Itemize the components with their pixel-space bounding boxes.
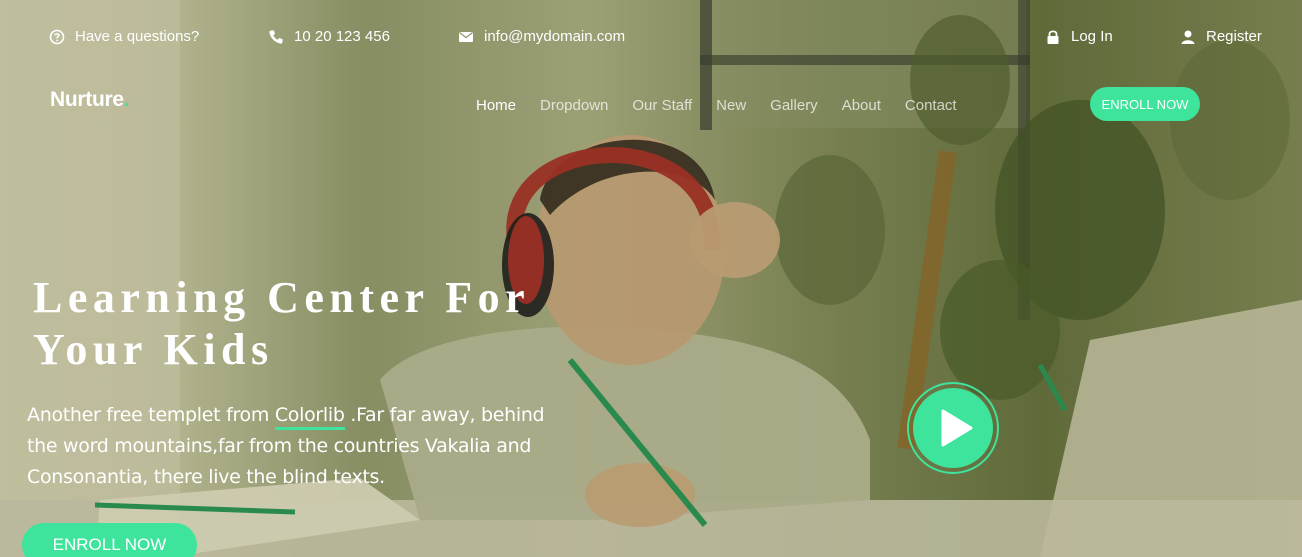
lock-icon	[1045, 29, 1061, 45]
top-question-text: Have a questions?	[75, 28, 200, 45]
nav-item-our-staff[interactable]: Our Staff	[632, 97, 692, 114]
top-question: Have a questions?	[49, 28, 199, 45]
main-nav: Home Dropdown Our Staff New Gallery Abou…	[476, 97, 981, 114]
nav-item-new[interactable]: New	[716, 97, 746, 114]
top-bar: Have a questions? 10 20 123 456 info@myd…	[0, 0, 1302, 76]
question-circle-icon	[49, 29, 65, 45]
top-phone-text: 10 20 123 456	[294, 28, 390, 45]
brand-logo[interactable]: Nurture.	[50, 88, 130, 112]
top-phone[interactable]: 10 20 123 456	[268, 28, 390, 45]
phone-icon	[268, 29, 284, 45]
nav-item-contact[interactable]: Contact	[905, 97, 957, 114]
hero-title-line2: Your Kids	[33, 325, 274, 374]
hero-enroll-button[interactable]: ENROLL NOW	[22, 523, 197, 557]
login-label: Log In	[1071, 28, 1113, 45]
nav-item-dropdown[interactable]: Dropdown	[540, 97, 608, 114]
top-email-text: info@mydomain.com	[484, 28, 626, 45]
brand-dot: .	[123, 88, 130, 111]
play-video-button[interactable]	[907, 382, 999, 474]
login-link[interactable]: Log In	[1045, 28, 1113, 45]
nav-item-home[interactable]: Home	[476, 97, 516, 114]
nav-item-gallery[interactable]: Gallery	[770, 97, 818, 114]
user-icon	[1180, 29, 1196, 45]
nav-item-about[interactable]: About	[842, 97, 881, 114]
play-button-circle	[913, 388, 993, 468]
hero-description: Another free templet from Colorlib .Far …	[27, 400, 567, 493]
top-email[interactable]: info@mydomain.com	[458, 28, 625, 45]
colorlib-link[interactable]: Colorlib	[274, 404, 345, 430]
hero-title: Learning Center For Your Kids	[33, 272, 593, 376]
hero-desc-before: Another free templet from	[27, 404, 275, 426]
envelope-icon	[458, 29, 474, 45]
play-icon	[941, 409, 973, 447]
register-link[interactable]: Register	[1180, 28, 1262, 45]
nav-enroll-button[interactable]: ENROLL NOW	[1090, 87, 1200, 121]
register-label: Register	[1206, 28, 1262, 45]
brand-name: Nurture	[50, 88, 124, 111]
hero-title-line1: Learning Center For	[33, 273, 531, 322]
